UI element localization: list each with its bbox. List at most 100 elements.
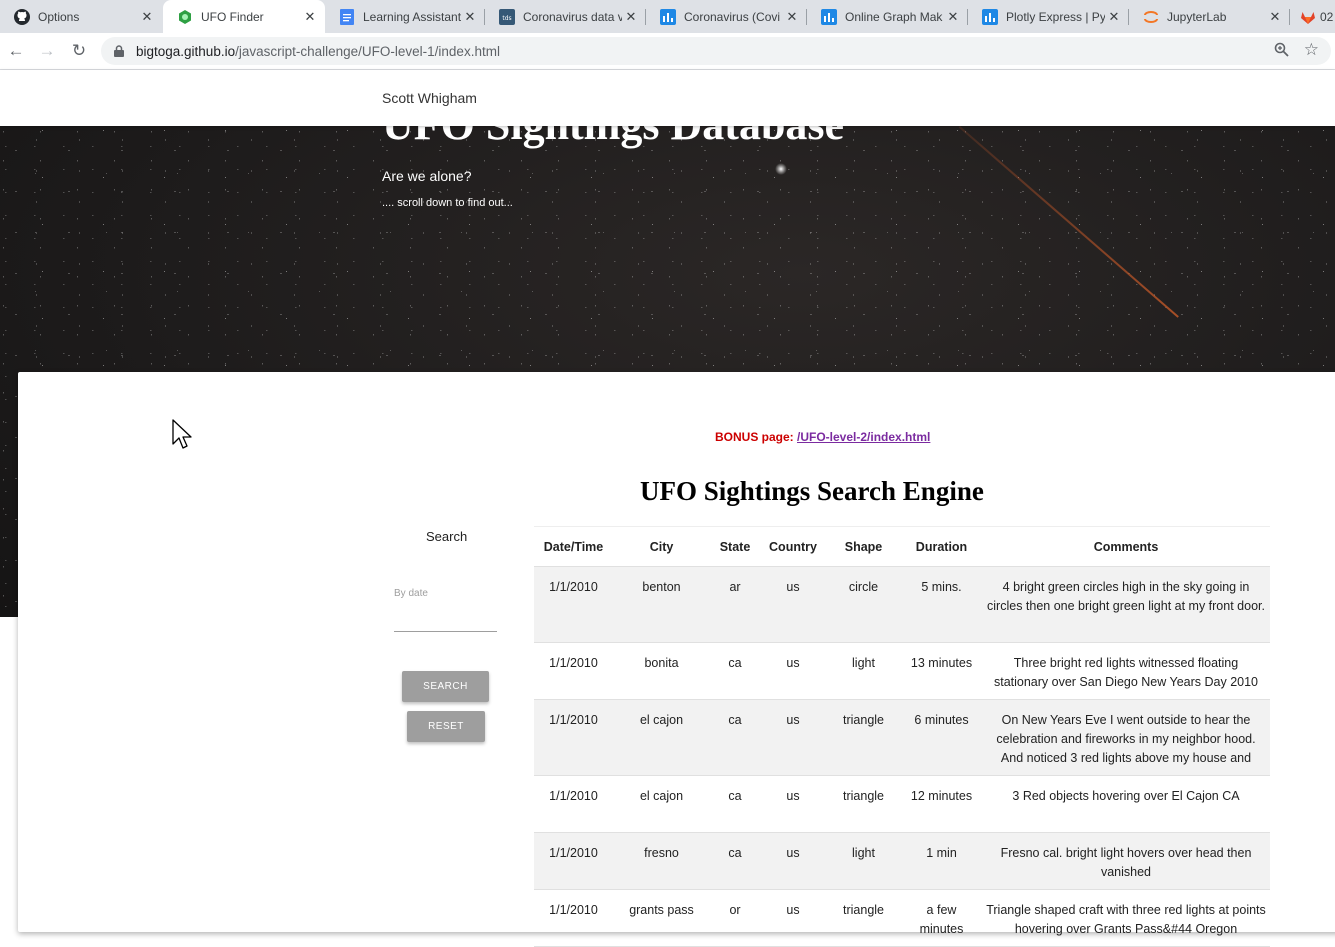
close-tab-icon[interactable]: ✕: [783, 9, 801, 25]
reset-button[interactable]: RESET: [407, 711, 485, 742]
tab-learning-assistant[interactable]: Learning Assistant ✕: [325, 0, 485, 33]
cell-shape: light: [826, 832, 901, 890]
chart-studio-icon: [660, 8, 676, 25]
back-arrow-icon[interactable]: ←: [6, 41, 26, 61]
tab-plotly-express[interactable]: Plotly Express | Py ✕: [968, 0, 1129, 33]
cell-comments: On New Years Eve I went outside to hear …: [982, 699, 1270, 776]
cell-duration: 12 minutes: [901, 775, 982, 833]
cell-comments: Triangle shaped craft with three red lig…: [982, 889, 1270, 947]
site-navbar: Scott Whigham: [0, 70, 1335, 126]
url-text: bigtoga.github.io/javascript-challenge/U…: [136, 44, 500, 59]
cell-country: us: [760, 642, 826, 700]
chart-studio-icon: [821, 8, 837, 25]
main-card: BONUS page: /UFO-level-2/index.html UFO …: [18, 372, 1335, 947]
cell-duration: 13 minutes: [901, 642, 982, 700]
chart-studio-icon: [982, 8, 998, 25]
tab-label: Online Graph Mak: [845, 9, 943, 24]
close-tab-icon[interactable]: ✕: [461, 9, 479, 25]
table-row: 1/1/2010 bonita ca us light 13 minutes T…: [534, 642, 1270, 700]
address-bar[interactable]: bigtoga.github.io/javascript-challenge/U…: [101, 37, 1331, 65]
table-row: 1/1/2010 el cajon ca us triangle 12 minu…: [534, 775, 1270, 833]
tab-coronavirus-data[interactable]: tds Coronavirus data v ✕: [485, 0, 646, 33]
cell-state: ca: [710, 642, 760, 700]
cell-state: ar: [710, 566, 760, 643]
close-tab-icon[interactable]: ✕: [1266, 9, 1284, 25]
sightings-table: Date/Time City State Country Shape Durat…: [534, 526, 1270, 947]
bookmark-star-icon[interactable]: ☆: [1304, 40, 1319, 60]
search-button[interactable]: SEARCH: [402, 671, 489, 702]
cell-city: el cajon: [613, 775, 710, 833]
cell-country: us: [760, 889, 826, 947]
mouse-pointer-icon: [172, 419, 192, 456]
browser-toolbar: ← → ↻ bigtoga.github.io/javascript-chall…: [0, 33, 1335, 70]
hero-subtext: .... scroll down to find out...: [382, 197, 513, 209]
cell-city: fresno: [613, 832, 710, 890]
svg-text:tds: tds: [502, 15, 511, 22]
cell-state: or: [710, 889, 760, 947]
tab-online-graph-maker[interactable]: Online Graph Mak ✕: [807, 0, 968, 33]
close-tab-icon[interactable]: ✕: [622, 9, 640, 25]
tab-label: 02: [1320, 9, 1334, 24]
tab-label: Options: [38, 9, 80, 24]
browser-tab-strip: Options ✕ UFO Finder ✕ Learning Assistan…: [0, 0, 1335, 33]
search-heading: Search: [426, 529, 468, 544]
tab-ufo-finder[interactable]: UFO Finder ✕: [163, 0, 325, 33]
bonus-note: BONUS page: /UFO-level-2/index.html: [715, 430, 930, 444]
tab-gitlab[interactable]: 02: [1290, 0, 1335, 33]
cell-date: 1/1/2010: [534, 775, 613, 833]
site-brand-link[interactable]: Scott Whigham: [382, 90, 477, 106]
table-row: 1/1/2010 el cajon ca us triangle 6 minut…: [534, 699, 1270, 776]
bonus-link[interactable]: /UFO-level-2/index.html: [797, 430, 930, 444]
table-row: 1/1/2010 grants pass or us triangle a fe…: [534, 889, 1270, 947]
cell-state: ca: [710, 775, 760, 833]
close-tab-icon[interactable]: ✕: [301, 9, 319, 25]
close-tab-icon[interactable]: ✕: [138, 9, 156, 25]
close-tab-icon[interactable]: ✕: [944, 9, 962, 25]
close-tab-icon[interactable]: ✕: [1105, 9, 1123, 25]
tab-label: Plotly Express | Py: [1006, 9, 1105, 24]
github-icon: [14, 8, 30, 25]
tab-options[interactable]: Options ✕: [0, 0, 162, 33]
date-input[interactable]: [394, 604, 497, 632]
table-row: 1/1/2010 fresno ca us light 1 min Fresno…: [534, 832, 1270, 890]
cell-city: benton: [613, 566, 710, 643]
tab-coronavirus-covid[interactable]: Coronavirus (Covi ✕: [646, 0, 807, 33]
reload-icon[interactable]: ↻: [69, 41, 89, 61]
forward-arrow-icon[interactable]: →: [37, 41, 57, 61]
cell-comments: Fresno cal. bright light hovers over hea…: [982, 832, 1270, 890]
zoom-icon[interactable]: [1274, 42, 1289, 61]
cell-city: el cajon: [613, 699, 710, 776]
cell-comments: 3 Red objects hovering over El Cajon CA: [982, 775, 1270, 833]
cell-shape: circle: [826, 566, 901, 643]
tab-label: JupyterLab: [1167, 9, 1227, 24]
url-path: /javascript-challenge/UFO-level-1/index.…: [235, 44, 500, 59]
cell-state: ca: [710, 699, 760, 776]
cell-comments: Three bright red lights witnessed floati…: [982, 642, 1270, 700]
url-host: bigtoga.github.io: [136, 44, 236, 59]
tab-label: Learning Assistant: [363, 9, 461, 24]
cell-city: bonita: [613, 642, 710, 700]
cell-shape: triangle: [826, 889, 901, 947]
cell-shape: triangle: [826, 699, 901, 776]
cell-shape: triangle: [826, 775, 901, 833]
column-header: Comments: [982, 526, 1270, 567]
cell-date: 1/1/2010: [534, 642, 613, 700]
gitlab-icon: [1300, 9, 1316, 25]
cell-country: us: [760, 699, 826, 776]
lock-icon: [114, 44, 124, 57]
tds-icon: tds: [499, 8, 515, 25]
google-docs-icon: [339, 8, 355, 25]
hero-title: UFO Sightings Database: [382, 126, 844, 150]
cell-duration: 6 minutes: [901, 699, 982, 776]
column-header: Country: [760, 526, 826, 567]
search-engine-title: UFO Sightings Search Engine: [640, 476, 984, 506]
tab-jupyterlab[interactable]: JupyterLab ✕: [1129, 0, 1290, 33]
hero-tagline: Are we alone?: [382, 168, 472, 184]
tab-label: Coronavirus data v: [523, 9, 622, 24]
column-header: City: [613, 526, 710, 567]
cell-duration: 1 min: [901, 832, 982, 890]
cell-date: 1/1/2010: [534, 699, 613, 776]
cell-country: us: [760, 566, 826, 643]
date-field-label: By date: [394, 588, 428, 599]
column-header: Date/Time: [534, 526, 613, 567]
